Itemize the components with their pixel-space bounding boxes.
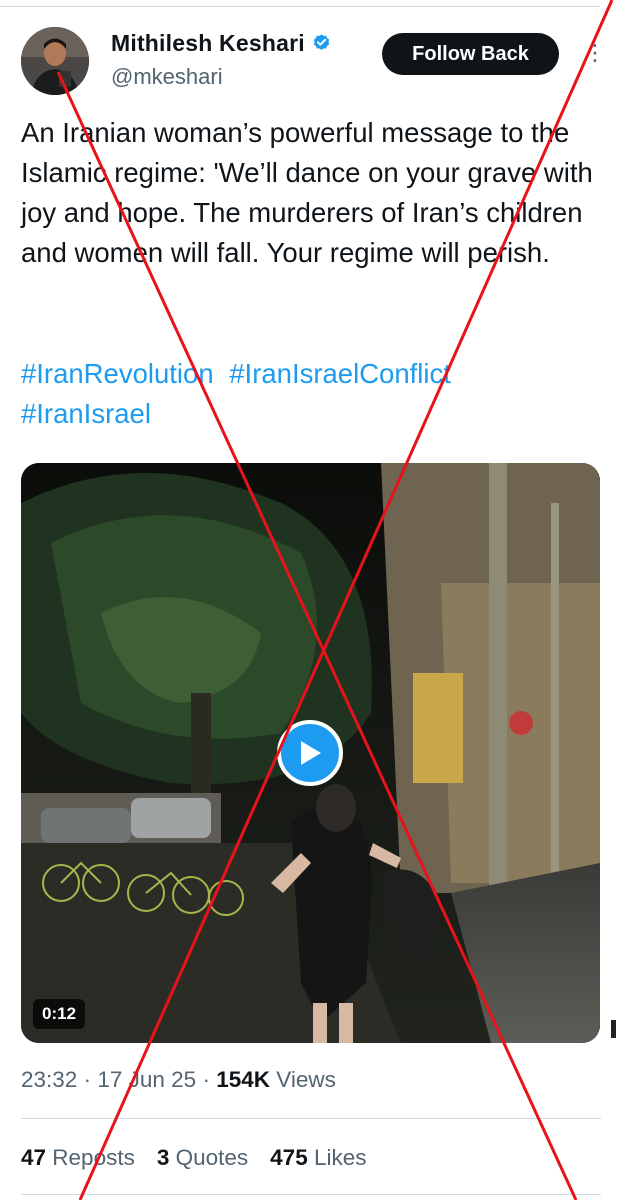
reposts-count: 47 — [21, 1145, 47, 1170]
tweet-meta: 23:32 · 17 Jun 25 · 154K Views — [21, 1067, 336, 1093]
top-divider — [0, 6, 600, 7]
likes-label: Likes — [313, 1145, 367, 1170]
avatar-photo — [21, 27, 89, 95]
scrollbar-thumb[interactable] — [611, 1020, 616, 1038]
play-icon — [301, 741, 321, 765]
video-duration: 0:12 — [33, 999, 86, 1029]
author-handle[interactable]: @mkeshari — [111, 64, 223, 90]
tweet-stats: 47 Reposts 3 Quotes 475 Likes — [21, 1145, 367, 1171]
stats-divider — [21, 1118, 601, 1119]
avatar[interactable] — [21, 27, 89, 95]
hashtag-link[interactable]: #IranRevolution — [21, 358, 214, 389]
hashtag-link[interactable]: #IranIsrael — [21, 398, 151, 429]
tweet-text: An Iranian woman’s powerful message to t… — [21, 117, 593, 268]
author-name[interactable]: Mithilesh Keshari — [111, 30, 305, 57]
video-player[interactable]: 0:12 — [21, 463, 600, 1043]
hashtag-list: #IranRevolution #IranIsraelConflict #Ira… — [21, 354, 606, 434]
likes-count: 475 — [270, 1145, 308, 1170]
author-name-row: Mithilesh Keshari — [111, 30, 332, 57]
quotes-count: 3 — [156, 1145, 170, 1170]
reposts-label: Reposts — [52, 1145, 135, 1170]
meta-separator: · — [83, 1067, 92, 1092]
meta-separator: · — [202, 1067, 210, 1092]
hashtag-link[interactable]: #IranIsraelConflict — [229, 358, 451, 389]
reposts-stat[interactable]: 47 Reposts — [21, 1145, 135, 1171]
tweet-date[interactable]: 17 Jun 25 — [97, 1067, 196, 1092]
follow-back-button[interactable]: Follow Back — [382, 33, 559, 75]
tweet-time[interactable]: 23:32 — [21, 1067, 77, 1092]
likes-stat[interactable]: 475 Likes — [270, 1145, 366, 1171]
views-label: Views — [276, 1067, 336, 1092]
verified-badge-icon — [313, 34, 330, 50]
quotes-stat[interactable]: 3 Quotes — [157, 1145, 248, 1171]
play-button[interactable] — [277, 720, 343, 786]
quotes-label: Quotes — [175, 1145, 249, 1170]
views-count: 154K — [216, 1067, 271, 1092]
bottom-divider — [21, 1194, 601, 1195]
more-options-icon[interactable]: ⋮ — [584, 40, 606, 66]
